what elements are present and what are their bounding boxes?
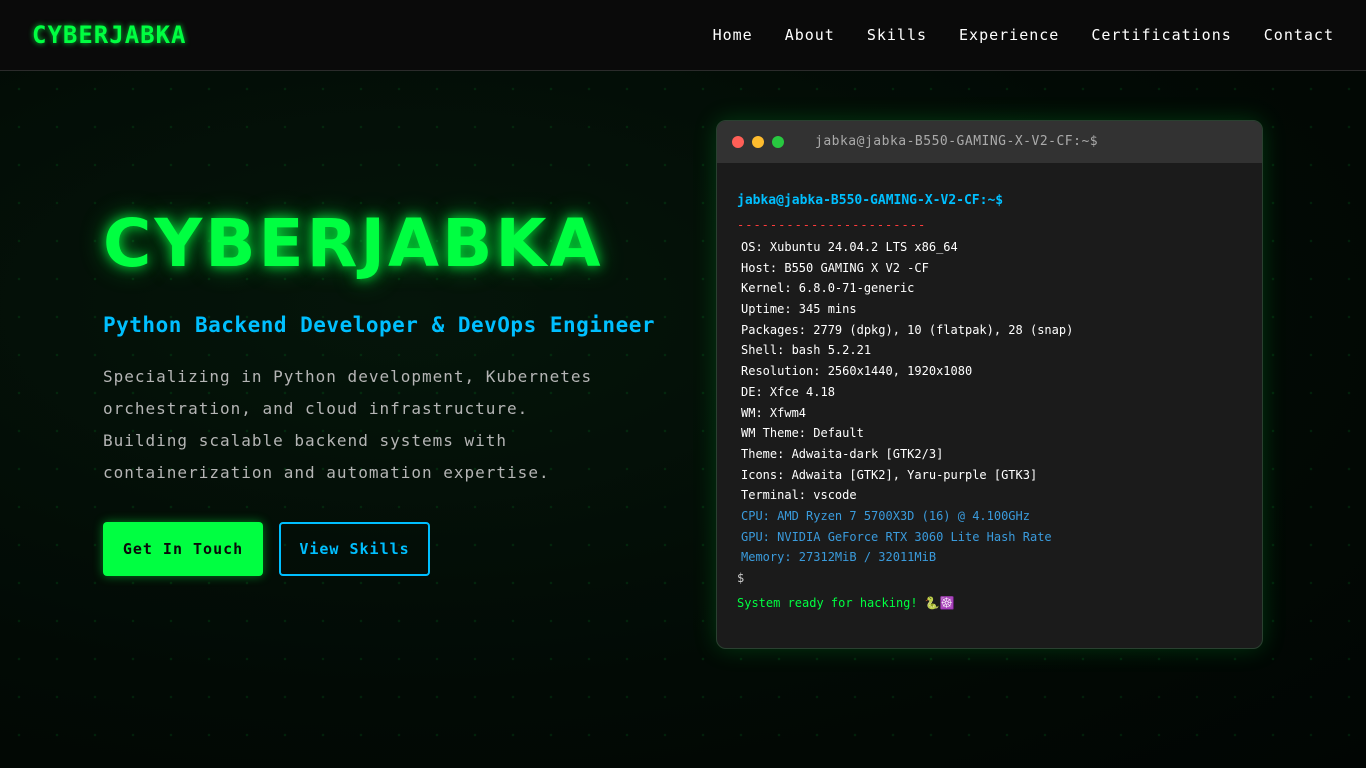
info-cpu: CPU: AMD Ryzen 7 5700X3D (16) @ 4.100GHz: [741, 508, 1030, 523]
nav-link-skills[interactable]: Skills: [867, 26, 927, 44]
navbar: CYBERJABKA Home About Skills Experience …: [0, 0, 1366, 71]
info-resolution: Resolution: 2560x1440, 1920x1080: [741, 364, 973, 379]
close-dot-icon[interactable]: [732, 136, 744, 148]
maximize-dot-icon[interactable]: [772, 136, 784, 148]
nav-link-certifications[interactable]: Certifications: [1091, 26, 1231, 44]
info-kernel: Kernel: 6.8.0-71-generic: [741, 281, 915, 296]
hero-section: CYBERJABKA Python Backend Developer & De…: [103, 205, 683, 576]
ready-message: System ready for hacking! 🐍☸️: [737, 595, 955, 610]
terminal-body: jabka@jabka-B550-GAMING-X-V2-CF:~$ -----…: [717, 163, 1262, 613]
info-gpu: GPU: NVIDIA GeForce RTX 3060 Lite Hash R…: [741, 529, 1052, 544]
hero-title: CYBERJABKA: [103, 205, 604, 282]
info-packages: Packages: 2779 (dpkg), 10 (flatpak), 28 …: [741, 322, 1074, 337]
info-host: Host: B550 GAMING X V2 -CF: [741, 260, 929, 275]
brand-logo[interactable]: CYBERJABKA: [32, 21, 187, 49]
nav-link-contact[interactable]: Contact: [1264, 26, 1334, 44]
terminal-titlebar: jabka@jabka-B550-GAMING-X-V2-CF:~$: [717, 121, 1262, 163]
info-theme: Theme: Adwaita-dark [GTK2/3]: [741, 446, 944, 461]
terminal-separator: -----------------------: [737, 218, 927, 232]
nav-link-about[interactable]: About: [785, 26, 835, 44]
get-in-touch-button[interactable]: Get In Touch: [103, 522, 263, 576]
system-info-list: OS: Xubuntu 24.04.2 LTS x86_64 Host: B55…: [737, 237, 1242, 568]
hero-subtitle: Python Backend Developer & DevOps Engine…: [103, 313, 656, 337]
terminal-title: jabka@jabka-B550-GAMING-X-V2-CF:~$: [815, 134, 1099, 149]
info-terminal: Terminal: vscode: [741, 488, 857, 503]
info-shell: Shell: bash 5.2.21: [741, 343, 872, 358]
info-memory: Memory: 27312MiB / 32011MiB: [741, 550, 937, 565]
nav-link-home[interactable]: Home: [713, 26, 753, 44]
minimize-dot-icon[interactable]: [752, 136, 764, 148]
hero-description: Specializing in Python development, Kube…: [103, 367, 593, 482]
terminal-prompt: jabka@jabka-B550-GAMING-X-V2-CF:~$: [737, 193, 1004, 208]
info-icons: Icons: Adwaita [GTK2], Yaru-purple [GTK3…: [741, 467, 1038, 482]
info-de: DE: Xfce 4.18: [741, 384, 835, 399]
nav-link-experience[interactable]: Experience: [959, 26, 1059, 44]
hero-buttons: Get In Touch View Skills: [103, 522, 683, 576]
view-skills-button[interactable]: View Skills: [279, 522, 430, 576]
info-wm-theme: WM Theme: Default: [741, 426, 864, 441]
info-os: OS: Xubuntu 24.04.2 LTS x86_64: [741, 240, 958, 254]
info-uptime: Uptime: 345 mins: [741, 302, 857, 317]
terminal-window: jabka@jabka-B550-GAMING-X-V2-CF:~$ jabka…: [716, 120, 1263, 649]
nav-links: Home About Skills Experience Certificati…: [681, 26, 1334, 44]
info-wm: WM: Xfwm4: [741, 405, 807, 420]
terminal-cursor: $: [737, 571, 745, 585]
